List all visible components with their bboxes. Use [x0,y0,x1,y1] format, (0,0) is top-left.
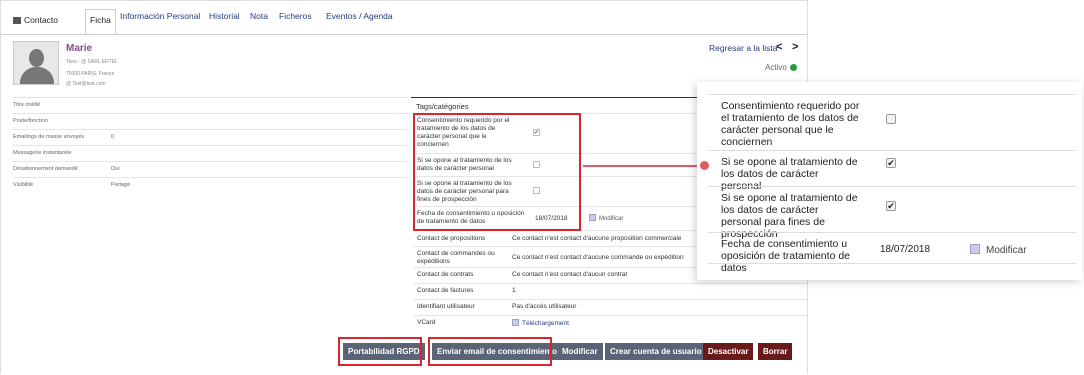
active-dot-icon [789,64,797,71]
vcard-icon [512,319,519,326]
consent-button-highlight [428,337,552,366]
contact-icon [13,17,21,24]
divider [708,150,1076,151]
calendar-icon [970,244,980,254]
field-label: Messagerie instantanée [13,150,72,156]
gdpr-fields-highlight [413,113,581,231]
row-label: Contact de factures [417,287,474,294]
row-label: Contact de propositions [417,235,486,242]
zoom-oppose-processing-checkbox[interactable]: ✔ [886,158,896,168]
divider [13,177,409,178]
divider [413,315,807,316]
row-label: Contact de contrats [417,271,474,278]
zoom-oppose-prospecting-checkbox[interactable]: ✔ [886,201,896,211]
contact-card [1,35,807,375]
contact-name: Marie [66,43,93,54]
field-label: Titre civilité [13,102,41,108]
zoom-consent-required-label: Consentimiento requerido por el tratamie… [721,100,860,148]
divider [708,94,1076,95]
row-value: Pas d'accès utilisateur [512,303,577,310]
zoom-modify-link[interactable]: Modificar [970,244,1027,256]
create-user-account-button[interactable]: Crear cuenta de usuario [605,343,707,360]
divider [13,145,409,146]
deactivate-button[interactable]: Desactivar [703,343,754,360]
field-label: Désabonnement demandé [13,166,78,172]
tab-eventos-agenda[interactable]: Eventos / Agenda [326,11,393,21]
zoomed-gdpr-panel: Consentimiento requerido por el tratamie… [697,82,1082,280]
back-to-list-link[interactable]: Regresar a la lista [709,43,778,53]
row-value: 1 [512,287,516,294]
divider [13,161,409,162]
row-label: Contact de commandes ou expéditions [417,250,495,265]
field-label: Visibilité [13,182,34,188]
callout-connector [583,165,704,167]
tags-label: Tags/catégories [416,102,469,111]
divider [413,283,807,284]
zoom-consent-required-checkbox[interactable] [886,114,896,124]
callout-dot-icon [700,161,709,170]
contact-email[interactable]: @ Test@test.com [66,81,106,87]
divider [13,113,409,114]
next-record-button[interactable]: > [792,41,798,53]
tab-ficheros[interactable]: Ficheros [279,11,312,21]
contact-address: 75000 PARIS, France [66,71,115,77]
row-value: Ce contact n'est contact d'aucune comman… [512,254,684,261]
zoom-consent-date-value: 18/07/2018 [880,244,931,255]
divider [13,129,409,130]
tab-ficha[interactable]: Ficha [85,9,116,34]
divider [708,186,1076,187]
zoom-consent-date-label: Fecha de consentimiento u oposición de t… [721,238,850,274]
tab-nota[interactable]: Nota [250,11,268,21]
field-value: Partagé [111,182,131,188]
gdpr-button-highlight [338,337,422,366]
field-value: Oui [111,166,120,172]
row-value: Ce contact n'est contact d'aucun contrat [512,271,628,278]
field-label: Poste/fonction [13,118,48,124]
tab-historial[interactable]: Historial [209,11,240,21]
vcard-download-link[interactable]: Téléchargement [512,319,569,327]
divider [413,299,807,300]
divider [708,263,1076,264]
row-label: VCard [417,319,436,326]
row-label: Identifiant utilisateur [417,303,475,310]
delete-button[interactable]: Borrar [758,343,793,360]
status-badge: Activo [765,63,797,72]
row-value: Ce contact n'est contact d'aucune propos… [512,235,682,242]
field-value: 0 [111,134,115,140]
field-label: Emailings de masse envoyés [13,134,85,140]
divider [13,97,409,98]
tab-informacion-personal[interactable]: Información Personal [120,11,200,21]
crm-screen: Contacto Ficha Información Personal Hist… [0,0,808,375]
divider [708,232,1076,233]
tab-bar: Contacto Ficha Información Personal Hist… [1,1,807,35]
modify-button[interactable]: Modificar [557,343,603,360]
modify-date-link[interactable]: Modificar [589,214,623,222]
previous-record-button[interactable]: < [776,41,782,53]
contact-label: Contacto [13,15,58,25]
calendar-icon [589,214,596,221]
contact-company[interactable]: Tiers : @ SARL ERTEL [66,59,118,65]
avatar [13,41,59,85]
